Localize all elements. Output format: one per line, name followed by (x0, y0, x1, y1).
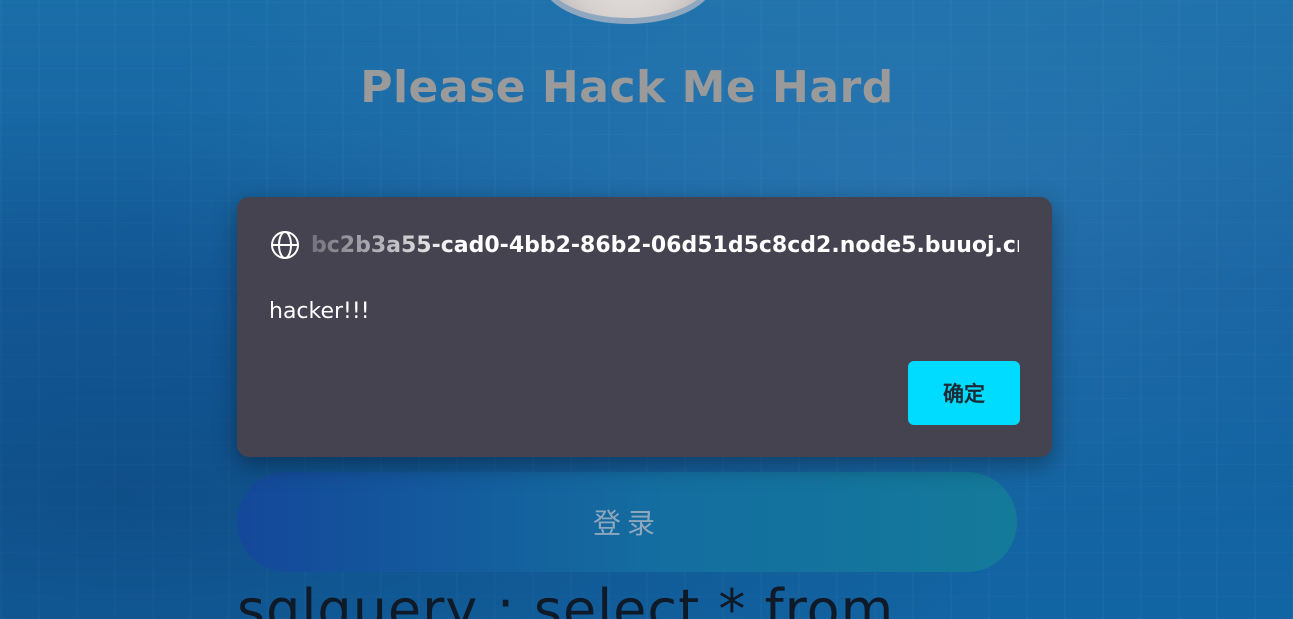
page-title: Please Hack Me Hard (360, 62, 894, 113)
dialog-origin: bc2b3a55-cad0-4bb2-86b2-06d51d5c8cd2.nod… (269, 229, 1019, 261)
confirm-button[interactable]: 确定 (908, 361, 1020, 425)
dialog-origin-url: bc2b3a55-cad0-4bb2-86b2-06d51d5c8cd2.nod… (311, 232, 1019, 258)
avatar (542, 0, 714, 24)
sql-query-text: sqlquery : select * from (237, 578, 895, 619)
dialog-message: hacker!!! (269, 299, 370, 324)
login-button[interactable]: 登录 (237, 472, 1017, 572)
alert-dialog: bc2b3a55-cad0-4bb2-86b2-06d51d5c8cd2.nod… (237, 197, 1052, 457)
globe-icon (269, 229, 301, 261)
